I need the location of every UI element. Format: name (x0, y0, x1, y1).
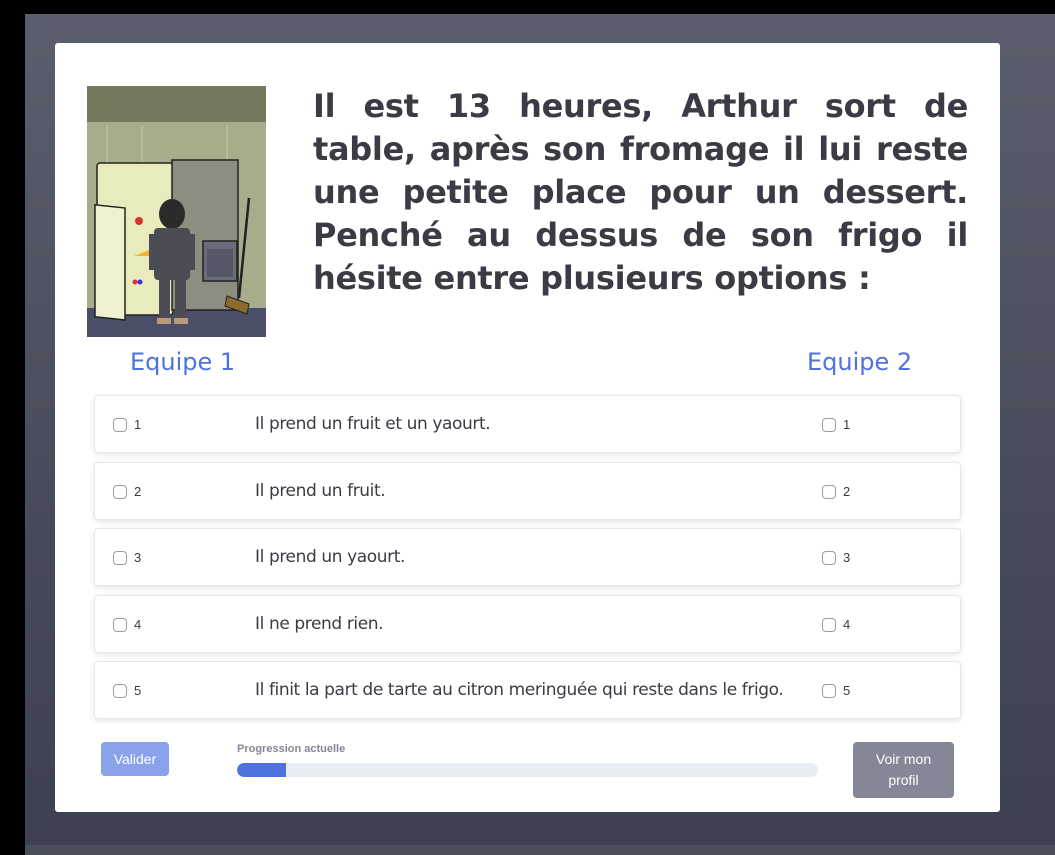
answer-option-2: 2 Il prend un fruit. 2 (94, 461, 961, 520)
team-2-option-number: 5 (843, 683, 851, 698)
team-2-label: Equipe 2 (807, 348, 913, 376)
progress-bar-fill (237, 763, 287, 777)
team-2-checkbox-1[interactable] (822, 418, 836, 432)
team-2-checkbox-5[interactable] (822, 684, 836, 698)
progress-bar (237, 763, 818, 777)
team-2-option-number: 3 (843, 550, 851, 565)
team-1-label: Equipe 1 (130, 348, 236, 376)
answer-option-3: 3 Il prend un yaourt. 3 (94, 528, 961, 586)
team-1-option-number: 2 (134, 483, 142, 499)
answer-option-4: 4 Il ne prend rien. 4 (94, 594, 961, 653)
team-2-option-number: 2 (843, 483, 851, 499)
team-1-option-number: 3 (134, 550, 142, 565)
answer-options-list: 1 Il prend un fruit et un yaourt. 1 2 Il… (94, 395, 961, 728)
validate-button[interactable]: Valider (101, 742, 169, 776)
question-illustration (87, 86, 266, 337)
team-1-checkbox-5[interactable] (113, 684, 127, 698)
team-1-option-number: 1 (134, 417, 142, 432)
answer-option-5: 5 Il finit la part de tarte au citron me… (94, 661, 961, 719)
team-1-checkbox-4[interactable] (113, 617, 127, 632)
answer-option-text: Il finit la part de tarte au citron meri… (255, 680, 784, 700)
answer-option-text: Il ne prend rien. (255, 613, 384, 634)
team-2-checkbox-2[interactable] (822, 484, 836, 499)
team-2-option-number: 1 (843, 417, 851, 432)
team-2-option-number: 4 (843, 616, 851, 632)
team-1-option-number: 5 (134, 683, 142, 698)
team-1-option-number: 4 (134, 616, 142, 632)
answer-option-text: Il prend un fruit et un yaourt. (255, 414, 491, 434)
team-1-checkbox-2[interactable] (113, 484, 127, 499)
answer-option-text: Il prend un fruit. (255, 480, 386, 501)
fridge-scene-image (87, 86, 266, 337)
answer-option-text: Il prend un yaourt. (255, 547, 406, 567)
team-1-checkbox-3[interactable] (113, 551, 127, 565)
team-2-checkbox-3[interactable] (822, 551, 836, 565)
question-text: Il est 13 heures, Arthur sort de table, … (313, 87, 968, 297)
view-profile-button[interactable]: Voir mon profil (853, 742, 954, 798)
team-1-checkbox-1[interactable] (113, 418, 127, 432)
question-card: Il est 13 heures, Arthur sort de table, … (55, 43, 1000, 812)
progress-label: Progression actuelle (237, 743, 346, 755)
answer-option-1: 1 Il prend un fruit et un yaourt. 1 (94, 395, 961, 453)
team-2-checkbox-4[interactable] (822, 617, 836, 632)
page-footer-strip (25, 845, 1055, 855)
